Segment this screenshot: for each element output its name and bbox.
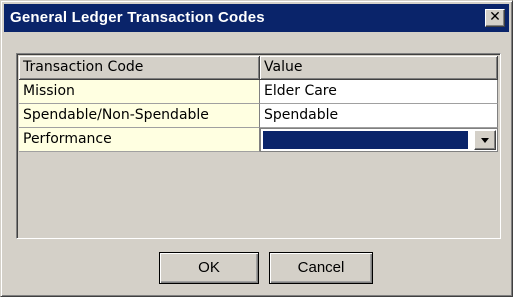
grid-header-row: Transaction Code Value (19, 56, 498, 80)
table-row[interactable]: Mission Elder Care (19, 80, 498, 104)
transaction-code-cell: Spendable/Non-Spendable (19, 104, 260, 128)
performance-value-dropdown[interactable] (260, 128, 498, 152)
dropdown-button[interactable] (474, 130, 496, 150)
table-row[interactable]: Performance (19, 128, 498, 152)
column-header-value[interactable]: Value (260, 56, 498, 80)
transaction-code-cell: Performance (19, 128, 260, 152)
dialog-title: General Ledger Transaction Codes (10, 9, 265, 26)
value-cell[interactable]: Elder Care (260, 80, 498, 104)
value-cell[interactable]: Spendable (260, 104, 498, 128)
transaction-codes-grid: Transaction Code Value Mission Elder Car… (16, 53, 501, 239)
table-row[interactable]: Spendable/Non-Spendable Spendable (19, 104, 498, 128)
dialog-window: General Ledger Transaction Codes ✕ Trans… (0, 0, 513, 297)
close-button[interactable]: ✕ (485, 9, 505, 27)
chevron-down-icon (481, 138, 489, 143)
dropdown-selected-value[interactable] (263, 131, 468, 149)
title-bar[interactable]: General Ledger Transaction Codes ✕ (4, 4, 509, 32)
column-header-transaction-code[interactable]: Transaction Code (19, 56, 260, 80)
cancel-button[interactable]: Cancel (269, 252, 373, 284)
close-icon: ✕ (489, 9, 501, 25)
transaction-code-cell: Mission (19, 80, 260, 104)
ok-button[interactable]: OK (159, 252, 259, 284)
